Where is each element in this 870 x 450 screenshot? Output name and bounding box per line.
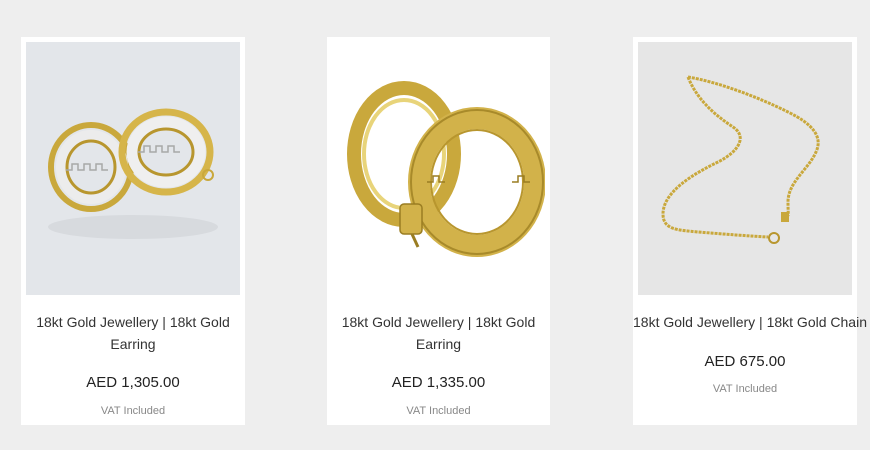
product-price: AED 1,305.00 [86, 374, 180, 391]
product-card-2[interactable]: 18kt Gold Jewellery | 18kt Gold Earring … [327, 37, 550, 425]
chain-icon [661, 75, 820, 244]
product-title[interactable]: 18kt Gold Jewellery | 18kt Gold Chain [633, 311, 867, 333]
earrings-icon [48, 108, 218, 239]
product-card-1[interactable]: 18kt Gold Jewellery | 18kt Gold Earring … [21, 37, 245, 425]
vat-label: VAT Included [406, 405, 471, 417]
product-card-3[interactable]: 18kt Gold Jewellery | 18kt Gold Chain AE… [633, 37, 867, 425]
product-image-1[interactable] [26, 42, 240, 295]
product-title[interactable]: 18kt Gold Jewellery | 18kt Gold Earring [21, 311, 245, 355]
earrings-icon [347, 81, 545, 257]
product-title[interactable]: 18kt Gold Jewellery | 18kt Gold Earring [327, 311, 550, 355]
vat-label: VAT Included [712, 383, 778, 395]
product-price: AED 675.00 [704, 353, 786, 370]
product-price: AED 1,335.00 [391, 374, 486, 391]
vat-label: VAT Included [100, 405, 166, 417]
product-image-3[interactable] [638, 42, 852, 295]
product-image-2[interactable] [332, 42, 545, 295]
